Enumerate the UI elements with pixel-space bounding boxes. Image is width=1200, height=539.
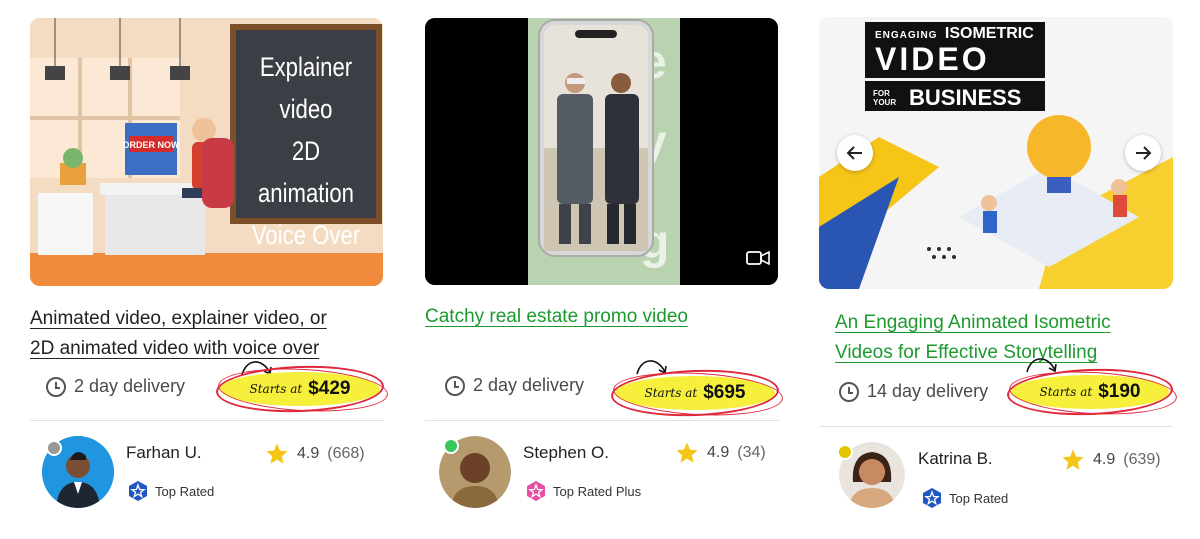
gig-title-link[interactable]: Animated video, explainer video, or 2D a… — [30, 304, 384, 364]
price-value: $695 — [703, 382, 746, 403]
gig-title-line-2: 2D animated video with voice over — [30, 338, 320, 359]
star-icon — [676, 442, 698, 463]
phone-video-preview: e y g — [425, 18, 778, 285]
seller-level-badge: Top Rated — [921, 487, 1008, 509]
gig-title-line-1: An Engaging Animated Isometric — [835, 312, 1111, 333]
star-icon — [1062, 449, 1084, 470]
starts-at-label: Starts at — [249, 382, 303, 396]
gig-title-line-1: Catchy real estate promo video — [425, 306, 688, 327]
arrow-left-icon — [846, 146, 862, 160]
gig-title-line-1: Animated video, explainer video, or — [30, 308, 327, 329]
seller-rating: 4.9 (668) — [265, 442, 365, 466]
carousel-prev-button[interactable] — [837, 135, 873, 171]
thumb-line-3: Voice Over — [251, 220, 361, 250]
card-divider — [819, 426, 1173, 427]
star-icon — [266, 443, 288, 464]
delivery-info: 2 day delivery — [445, 375, 584, 396]
rating-value: 4.9 — [297, 445, 320, 462]
card-divider — [30, 420, 384, 421]
starting-price[interactable]: Starts at $429 — [215, 363, 389, 416]
star-badge-icon — [921, 487, 943, 509]
thumb-line-1: Explainer video — [259, 52, 353, 124]
clock-icon — [839, 381, 859, 402]
delivery-info: 2 day delivery — [46, 376, 185, 397]
gig-title-line-2: Videos for Effective Storytelling — [835, 342, 1098, 363]
badge-label: Top Rated Plus — [553, 483, 642, 499]
badge-label: Top Rated — [949, 490, 1009, 506]
delivery-text: 2 day delivery — [74, 376, 186, 396]
clock-icon — [46, 376, 66, 397]
thumb-video: VIDEO — [875, 41, 990, 77]
review-count: (639) — [1123, 451, 1161, 468]
starting-price[interactable]: Starts at $190 — [1006, 366, 1178, 419]
online-status-dot — [837, 444, 853, 460]
price-value: $190 — [1098, 381, 1141, 402]
card-divider — [425, 420, 779, 421]
thumb-headline: ENGAGING ISOMETRIC VIDEO — [875, 25, 1034, 75]
online-status-dot — [46, 440, 62, 456]
review-count: (34) — [737, 444, 766, 461]
seller-name[interactable]: Katrina B. — [918, 449, 993, 469]
gig-thumbnail[interactable]: e y g — [425, 18, 778, 285]
star-badge-icon — [127, 480, 149, 502]
thumb-small-text: ENGAGING — [875, 30, 938, 41]
clock-icon — [445, 375, 465, 396]
gig-thumbnail[interactable]: ORDER NOW Explainer video 2D animation V… — [30, 18, 383, 286]
delivery-text: 2 day delivery — [473, 375, 585, 395]
delivery-text: 14 day delivery — [867, 381, 989, 401]
rating-value: 4.9 — [707, 444, 730, 461]
review-count: (668) — [327, 445, 365, 462]
rating-value: 4.9 — [1093, 451, 1116, 468]
seller-rating: 4.9 (639) — [1061, 448, 1161, 472]
gig-title-link[interactable]: An Engaging Animated Isometric Videos fo… — [835, 308, 1175, 368]
starts-at-label: Starts at — [1039, 385, 1093, 399]
seller-rating: 4.9 (34) — [675, 441, 766, 465]
delivery-info: 14 day delivery — [839, 381, 988, 402]
starting-price[interactable]: Starts at $695 — [610, 367, 784, 420]
gig-card-1[interactable]: ORDER NOW Explainer video 2D animation V… — [30, 0, 389, 539]
gig-card-3[interactable]: ENGAGING ISOMETRIC VIDEO FOR YOUR BUSINE… — [819, 0, 1178, 539]
star-badge-icon — [525, 480, 547, 502]
order-now-sign: ORDER NOW — [123, 140, 181, 150]
thumb-isometric: ISOMETRIC — [944, 25, 1034, 42]
seller-name[interactable]: Farhan U. — [126, 443, 202, 463]
thumb-business: BUSINESS — [909, 85, 1022, 110]
gig-card-2[interactable]: e y g Catchy real estate promo video — [425, 0, 784, 539]
gig-thumbnail[interactable]: ENGAGING ISOMETRIC VIDEO FOR YOUR BUSINE… — [819, 17, 1173, 289]
seller-name[interactable]: Stephen O. — [523, 443, 609, 463]
thumb-for-your: FOR YOUR — [873, 89, 897, 107]
badge-label: Top Rated — [155, 483, 215, 499]
gig-title-link[interactable]: Catchy real estate promo video — [425, 302, 779, 332]
thumb-subheadline: FOR YOUR BUSINESS — [873, 85, 1021, 111]
seller-level-badge: Top Rated — [127, 480, 214, 502]
arrow-right-icon — [1136, 146, 1152, 160]
seller-level-badge: Top Rated Plus — [525, 480, 641, 502]
thumb-line-2: 2D animation — [257, 136, 354, 208]
price-value: $429 — [308, 378, 351, 399]
online-status-dot — [443, 438, 459, 454]
carousel-next-button[interactable] — [1125, 135, 1161, 171]
starts-at-label: Starts at — [644, 386, 698, 400]
